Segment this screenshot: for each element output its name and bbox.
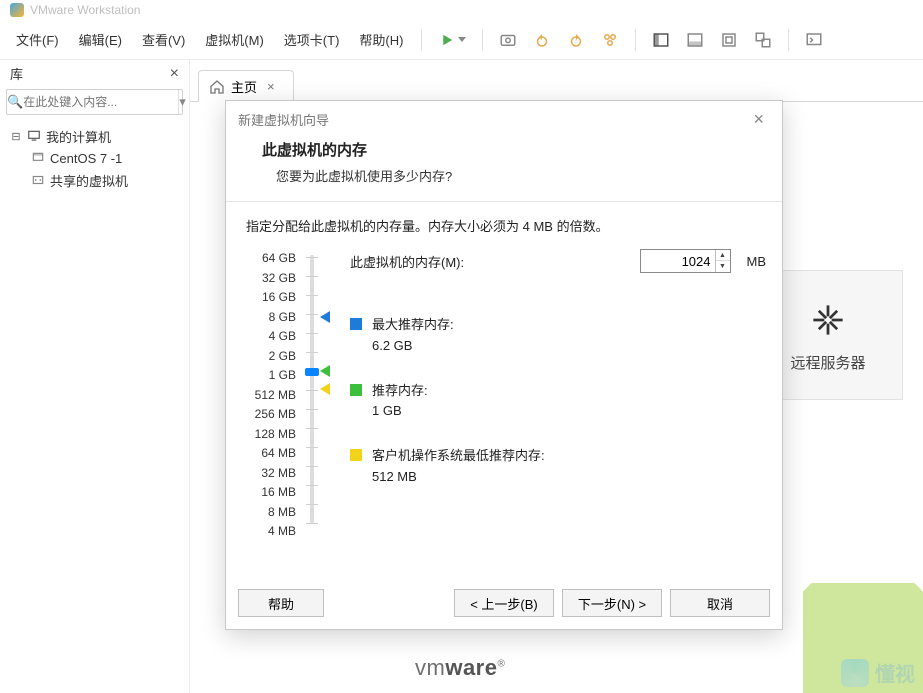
library-sidebar: 库 × 🔍 ▾ ⊟ 我的计算机 CentOS 7 -1 共享的虚拟机 (0, 60, 190, 693)
legend-recommended: 推荐内存: 1 GB (372, 381, 428, 423)
chevron-down-icon (458, 37, 466, 42)
snapshot-revert-button[interactable] (527, 26, 557, 54)
spin-up-button[interactable]: ▲ (716, 250, 730, 261)
tab-label: 主页 (231, 77, 257, 96)
menu-tabs[interactable]: 选项卡(T) (276, 26, 348, 53)
memory-spinner[interactable]: ▲ ▼ (640, 249, 731, 273)
menu-file[interactable]: 文件(F) (8, 26, 67, 53)
scale-label: 32 MB (261, 464, 296, 482)
back-button[interactable]: < 上一步(B) (454, 589, 554, 617)
help-button[interactable]: 帮助 (238, 589, 324, 617)
view-sidebar-button[interactable] (646, 26, 676, 54)
tree-item-centos[interactable]: CentOS 7 -1 (4, 147, 185, 169)
console-button[interactable] (799, 26, 829, 54)
tree-label: 我的计算机 (46, 127, 111, 146)
new-vm-wizard-dialog: 新建虚拟机向导 × 此虚拟机的内存 您要为此虚拟机使用多少内存? 指定分配给此虚… (225, 100, 783, 630)
menu-help[interactable]: 帮助(H) (351, 26, 411, 53)
legend-rec-swatch-icon (350, 384, 362, 396)
tree-label: 共享的虚拟机 (50, 171, 128, 190)
dialog-instruction: 指定分配给此虚拟机的内存量。内存大小必须为 4 MB 的倍数。 (242, 216, 766, 249)
memory-field-label: 此虚拟机的内存(M): (350, 252, 630, 271)
menu-edit[interactable]: 编辑(E) (71, 26, 130, 53)
tab-home[interactable]: 主页 × (198, 70, 294, 102)
remote-server-icon (806, 298, 850, 342)
snapshot-manager-button[interactable] (595, 26, 625, 54)
scale-label: 64 GB (262, 249, 296, 267)
scale-label: 4 MB (268, 522, 296, 540)
memory-scale: 64 GB 32 GB16 GB 8 GB4 GB 2 GB1 GB 512 MB256… (242, 249, 332, 540)
view-fullscreen-button[interactable] (714, 26, 744, 54)
dialog-subheading: 您要为此虚拟机使用多少内存? (262, 166, 746, 185)
remote-server-label: 远程服务器 (790, 352, 865, 373)
tab-close-button[interactable]: × (263, 77, 279, 96)
memory-unit: MB (741, 254, 767, 269)
snapshot-next-button[interactable] (561, 26, 591, 54)
separator (421, 29, 422, 51)
window-titlebar: VMware Workstation (0, 0, 923, 20)
app-logo-icon (10, 3, 24, 17)
shared-vm-icon (30, 172, 46, 188)
memory-input[interactable] (641, 254, 715, 269)
slider-handle[interactable] (305, 368, 319, 376)
scale-label: 16 GB (262, 288, 296, 306)
tree-item-shared[interactable]: 共享的虚拟机 (4, 169, 185, 191)
sidebar-title: 库 (10, 64, 23, 83)
scale-label: 8 MB (268, 503, 296, 521)
marker-min-icon (320, 383, 330, 395)
view-thumbnail-button[interactable] (680, 26, 710, 54)
legend-min: 客户机操作系统最低推荐内存: 512 MB (372, 446, 545, 488)
view-unity-button[interactable] (748, 26, 778, 54)
search-input[interactable] (23, 95, 178, 109)
scale-label: 32 GB (262, 269, 296, 287)
scale-labels: 64 GB 32 GB16 GB 8 GB4 GB 2 GB1 GB 512 MB256… (242, 249, 296, 540)
computer-icon (26, 128, 42, 144)
tree-item-my-computer[interactable]: ⊟ 我的计算机 (4, 125, 185, 147)
tree-label: CentOS 7 -1 (50, 151, 122, 166)
separator (635, 29, 636, 51)
scale-label: 64 MB (261, 444, 296, 462)
marker-max-icon (320, 311, 330, 323)
spin-down-button[interactable]: ▼ (716, 261, 730, 272)
watermark: 懂视 (841, 658, 915, 687)
power-on-button[interactable] (432, 26, 472, 54)
menubar: 文件(F) 编辑(E) 查看(V) 虚拟机(M) 选项卡(T) 帮助(H) (0, 20, 923, 60)
scale-label: 512 MB (255, 386, 296, 404)
scale-label: 16 MB (261, 483, 296, 501)
legend-max: 最大推荐内存: 6.2 GB (372, 315, 454, 357)
vmware-brand: vmware® (415, 655, 505, 681)
legend-min-swatch-icon (350, 449, 362, 461)
home-icon (209, 79, 225, 95)
scale-label: 8 GB (269, 308, 296, 326)
scale-label: 128 MB (255, 425, 296, 443)
separator (482, 29, 483, 51)
scale-label: 4 GB (269, 327, 296, 345)
collapse-icon[interactable]: ⊟ (10, 130, 22, 143)
dialog-title: 新建虚拟机向导 (238, 110, 329, 129)
marker-recommended-icon (320, 365, 330, 377)
memory-slider[interactable] (302, 249, 332, 529)
dialog-close-button[interactable]: × (747, 105, 770, 134)
library-tree: ⊟ 我的计算机 CentOS 7 -1 共享的虚拟机 (0, 121, 189, 195)
search-icon: 🔍 (7, 94, 23, 110)
snapshot-button[interactable] (493, 26, 523, 54)
scale-label: 1 GB (269, 366, 296, 384)
next-button[interactable]: 下一步(N) > (562, 589, 662, 617)
menu-vm[interactable]: 虚拟机(M) (197, 26, 272, 53)
separator (788, 29, 789, 51)
legend-max-swatch-icon (350, 318, 362, 330)
scale-label: 2 GB (269, 347, 296, 365)
watermark-logo-icon (841, 659, 869, 687)
menu-view[interactable]: 查看(V) (134, 26, 193, 53)
sidebar-search[interactable]: 🔍 ▾ (6, 89, 183, 115)
sidebar-close-button[interactable]: × (166, 65, 183, 83)
cancel-button[interactable]: 取消 (670, 589, 770, 617)
app-title: VMware Workstation (30, 3, 140, 17)
scale-label: 256 MB (255, 405, 296, 423)
vm-icon (30, 150, 46, 166)
tab-bar: 主页 × (190, 70, 923, 102)
dialog-heading: 此虚拟机的内存 (262, 139, 746, 160)
search-dropdown-button[interactable]: ▾ (178, 90, 186, 114)
